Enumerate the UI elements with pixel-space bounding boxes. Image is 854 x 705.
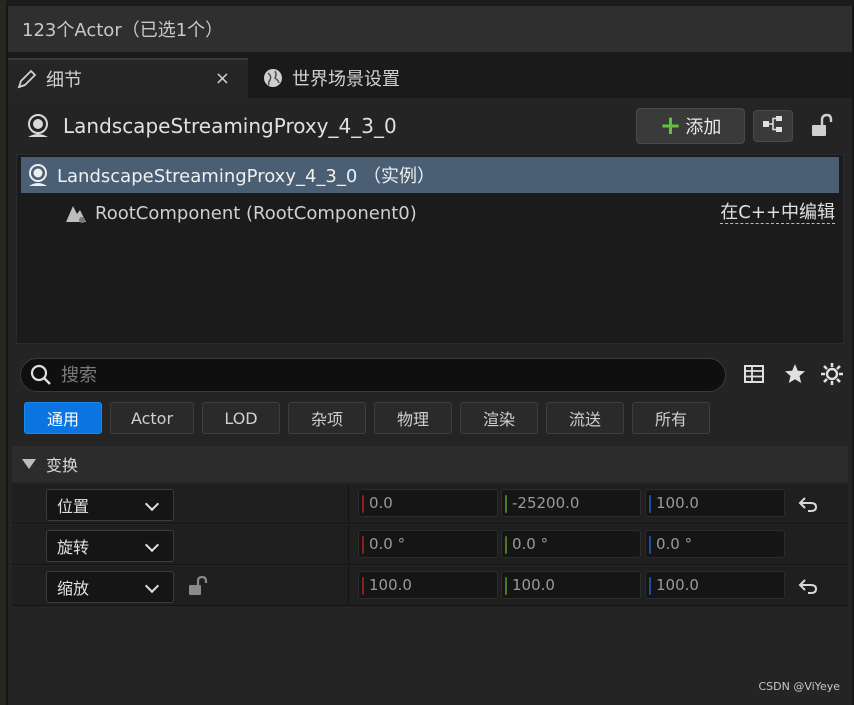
actor-icon: [24, 112, 52, 140]
filter-label: 杂项: [310, 410, 343, 429]
tree-item-root[interactable]: LandscapeStreamingProxy_4_3_0 （实例）: [21, 157, 839, 193]
filter-physics[interactable]: 物理: [374, 402, 452, 434]
watermark: CSDN @ViYeye: [758, 680, 840, 693]
selection-count-text: 123个Actor（已选1个）: [22, 20, 224, 41]
value-text: 0.0: [369, 494, 393, 512]
actor-name: LandscapeStreamingProxy_4_3_0: [63, 114, 397, 138]
edit-in-cpp-link[interactable]: 在C++中编辑: [720, 202, 835, 224]
add-component-label: 添加: [685, 117, 722, 138]
tab-details-label: 细节: [46, 70, 82, 91]
add-component-button[interactable]: + 添加: [636, 108, 745, 144]
actor-header: LandscapeStreamingProxy_4_3_0 + 添加: [8, 98, 852, 154]
window-edge: [0, 0, 6, 705]
tab-world-settings[interactable]: 世界场景设置: [258, 58, 400, 98]
filter-label: 物理: [396, 410, 429, 429]
reset-arrow-icon[interactable]: [796, 492, 820, 516]
filter-misc[interactable]: 杂项: [288, 402, 366, 434]
value-text: 100.0: [369, 576, 412, 594]
gear-icon[interactable]: [818, 360, 846, 388]
filter-lod[interactable]: LOD: [202, 402, 280, 434]
filter-label: Actor: [130, 408, 174, 428]
star-icon[interactable]: [781, 360, 809, 388]
actor-icon: [25, 162, 51, 188]
plus-icon: +: [659, 111, 682, 141]
details-panel: LandscapeStreamingProxy_4_3_0 + 添加 Lands…: [8, 98, 852, 705]
value-text: -25200.0: [512, 494, 580, 512]
unlock-icon[interactable]: [186, 574, 210, 598]
filter-label: LOD: [224, 408, 258, 428]
filter-rendering[interactable]: 渲染: [460, 402, 538, 434]
scale-y-field[interactable]: 100.0: [501, 571, 641, 599]
filter-label: 流送: [568, 410, 601, 429]
scale-dropdown-label: 缩放: [57, 579, 90, 598]
table-view-icon[interactable]: [740, 360, 768, 388]
search-icon: [29, 363, 53, 387]
tree-item-child[interactable]: RootComponent (RootComponent0) 在C++中编辑: [21, 195, 839, 231]
transform-section-label: 变换: [46, 456, 79, 475]
globe-icon: [262, 67, 284, 89]
tab-bar: 细节 × 世界场景设置: [8, 52, 852, 98]
column-divider: [348, 484, 349, 524]
tree-item-child-label: RootComponent (RootComponent0): [95, 202, 417, 224]
rotation-dropdown-label: 旋转: [57, 538, 90, 557]
selection-count-header: 123个Actor（已选1个）: [8, 6, 852, 52]
search-box: [20, 358, 726, 392]
unlock-icon[interactable]: [808, 112, 834, 140]
scale-z-field[interactable]: 100.0: [645, 571, 785, 599]
location-z-field[interactable]: 100.0: [645, 489, 785, 517]
scale-dropdown[interactable]: 缩放: [46, 571, 174, 603]
rotation-dropdown[interactable]: 旋转: [46, 530, 174, 562]
rotation-y-field[interactable]: 0.0 °: [501, 530, 641, 558]
reset-arrow-icon[interactable]: [796, 574, 820, 598]
filter-general[interactable]: 通用: [24, 402, 102, 434]
value-text: 0.0 °: [656, 535, 693, 553]
chevron-down-icon: [144, 578, 160, 594]
value-text: 100.0: [656, 576, 699, 594]
value-text: 0.0 °: [512, 535, 549, 553]
location-dropdown[interactable]: 位置: [46, 489, 174, 521]
value-text: 0.0 °: [369, 535, 406, 553]
chevron-down-icon: [144, 537, 160, 553]
transform-section-header[interactable]: 变换: [12, 446, 848, 482]
value-text: 100.0: [656, 494, 699, 512]
transform-row-rotation: 旋转 0.0 ° 0.0 ° 0.0 °: [12, 525, 848, 565]
filter-label: 通用: [46, 410, 79, 429]
rotation-x-field[interactable]: 0.0 °: [358, 530, 498, 558]
transform-row-scale: 缩放 100.0 100.0 100.0: [12, 566, 848, 606]
blueprint-button[interactable]: [753, 110, 793, 142]
location-dropdown-label: 位置: [57, 497, 90, 516]
tab-details[interactable]: 细节 ×: [8, 58, 248, 98]
location-y-field[interactable]: -25200.0: [501, 489, 641, 517]
chevron-down-icon: [144, 496, 160, 512]
value-text: 100.0: [512, 576, 555, 594]
filter-actor[interactable]: Actor: [110, 402, 194, 434]
hierarchy-icon: [761, 114, 785, 138]
location-x-field[interactable]: 0.0: [358, 489, 498, 517]
collapse-triangle-icon: [22, 459, 36, 469]
close-icon[interactable]: ×: [215, 68, 230, 89]
scale-x-field[interactable]: 100.0: [358, 571, 498, 599]
column-divider: [348, 525, 349, 565]
filter-label: 渲染: [482, 410, 515, 429]
component-icon: [63, 200, 89, 226]
rotation-z-field[interactable]: 0.0 °: [645, 530, 785, 558]
component-tree: LandscapeStreamingProxy_4_3_0 （实例） RootC…: [16, 154, 844, 344]
filter-streaming[interactable]: 流送: [546, 402, 624, 434]
tab-world-settings-label: 世界场景设置: [292, 69, 400, 90]
search-input[interactable]: [61, 362, 701, 388]
tree-item-root-label: LandscapeStreamingProxy_4_3_0 （实例）: [57, 166, 436, 187]
filter-label: 所有: [654, 410, 687, 429]
column-divider: [348, 566, 349, 606]
pencil-icon: [16, 68, 38, 90]
filter-all[interactable]: 所有: [632, 402, 710, 434]
transform-row-location: 位置 0.0 -25200.0 100.0: [12, 484, 848, 524]
